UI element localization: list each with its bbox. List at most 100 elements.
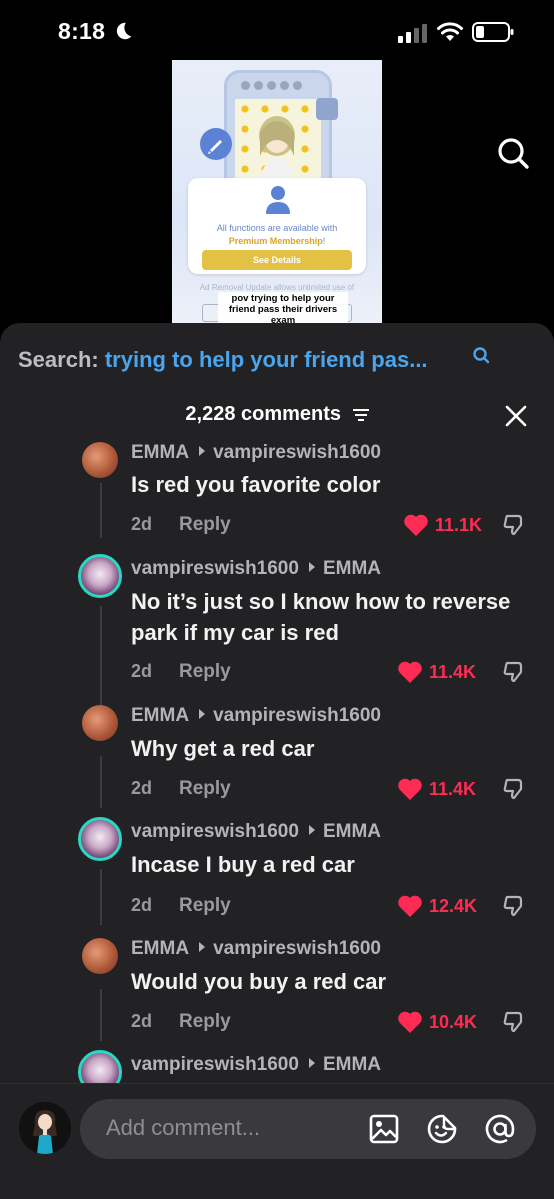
- reply-arrow-icon: [308, 825, 315, 835]
- related-search[interactable]: Search: trying to help your friend pas..…: [18, 347, 538, 379]
- status-bar: 8:18: [0, 0, 554, 62]
- dislike-icon[interactable]: [501, 1009, 527, 1035]
- avatar[interactable]: [78, 554, 122, 598]
- like-count: 11.4K: [429, 778, 477, 799]
- moon-icon: [116, 22, 132, 40]
- comment-author[interactable]: EMMA: [131, 705, 189, 726]
- video-preview[interactable]: All functions are available with Premium…: [0, 60, 554, 330]
- user-avatar-image: [19, 1102, 71, 1154]
- video-thumbnail[interactable]: All functions are available with Premium…: [172, 60, 382, 330]
- reply-arrow-icon: [199, 942, 206, 952]
- comment-meta: vampireswish1600 EMMA: [131, 558, 381, 580]
- comments-sheet: Search: trying to help your friend pas..…: [0, 323, 554, 1199]
- battery-icon: [472, 22, 514, 42]
- comment-meta: vampireswish1600 EMMA: [131, 1054, 381, 1076]
- dislike-icon[interactable]: [501, 893, 527, 919]
- comment-input[interactable]: [106, 1115, 356, 1141]
- reply-to-user[interactable]: EMMA: [323, 558, 381, 579]
- reply-arrow-icon: [199, 446, 206, 456]
- avatar[interactable]: [82, 442, 118, 478]
- reply-button[interactable]: Reply: [179, 661, 231, 683]
- reply-arrow-icon: [308, 1058, 315, 1068]
- dislike-icon[interactable]: [501, 512, 527, 538]
- premium-card: All functions are available with Premium…: [188, 178, 366, 274]
- comment-author[interactable]: EMMA: [131, 442, 189, 463]
- comment-actions: 2d Reply 12.4K: [131, 895, 531, 921]
- sort-filter-icon[interactable]: [352, 408, 369, 421]
- comment-meta: vampireswish1600 EMMA: [131, 821, 381, 843]
- status-time: 8:18: [58, 18, 106, 44]
- like-button[interactable]: 11.4K: [397, 659, 476, 685]
- reply-to-user[interactable]: EMMA: [323, 821, 381, 842]
- user-avatar[interactable]: [19, 1102, 71, 1154]
- avatar[interactable]: [82, 938, 118, 974]
- comments-count-header[interactable]: 2,228 comments: [0, 403, 554, 426]
- like-button[interactable]: 10.4K: [397, 1009, 477, 1035]
- comment-meta: EMMA vampireswish1600: [131, 938, 381, 960]
- comment-author[interactable]: EMMA: [131, 938, 189, 959]
- like-count: 12.4K: [429, 895, 478, 916]
- comment-text: Why get a red car: [131, 736, 315, 761]
- comment-date: 2d: [131, 514, 153, 534]
- phone-toolbar: [241, 81, 315, 93]
- user-icon: [266, 186, 290, 214]
- dislike-icon[interactable]: [501, 776, 527, 802]
- avatar[interactable]: [78, 817, 122, 861]
- search-query-link[interactable]: trying to help your friend pas...: [105, 347, 428, 372]
- comment-actions: 2d Reply 10.4K: [131, 1011, 531, 1037]
- like-button[interactable]: 12.4K: [397, 893, 477, 919]
- comment-input-bar: [0, 1083, 554, 1199]
- thread-line: [100, 483, 102, 538]
- comment-meta: EMMA vampireswish1600: [131, 705, 381, 727]
- thread-line: [100, 756, 102, 808]
- comment-actions: 2d Reply 11.1K: [131, 514, 531, 540]
- reply-to-user[interactable]: vampireswish1600: [213, 705, 381, 726]
- like-button[interactable]: 11.4K: [397, 776, 476, 802]
- qr-code-icon: [316, 98, 338, 120]
- comment-date: 2d: [131, 895, 153, 915]
- heart-icon: [404, 514, 428, 536]
- reply-button[interactable]: Reply: [179, 514, 231, 536]
- comment-text: Incase I buy a red car: [131, 852, 355, 877]
- comment-text: Is red you favorite color: [131, 472, 381, 497]
- image-icon[interactable]: [368, 1113, 400, 1145]
- reply-button[interactable]: Reply: [179, 1011, 231, 1033]
- comment-author[interactable]: vampireswish1600: [131, 1054, 299, 1075]
- reply-button[interactable]: Reply: [179, 895, 231, 917]
- like-count: 11.1K: [435, 514, 483, 535]
- search-icon[interactable]: [496, 136, 530, 170]
- comment-text: No it’s just so I know how to reverse pa…: [131, 589, 511, 645]
- like-button[interactable]: 11.1K: [403, 512, 482, 538]
- dislike-icon[interactable]: [501, 659, 527, 685]
- reply-button[interactable]: Reply: [179, 778, 231, 800]
- sticker-emoji-icon[interactable]: [426, 1113, 458, 1145]
- heart-icon: [398, 661, 422, 683]
- reply-to-user[interactable]: vampireswish1600: [213, 938, 381, 959]
- like-count: 10.4K: [429, 1011, 478, 1032]
- comment-actions: 2d Reply 11.4K: [131, 661, 531, 687]
- premium-text: All functions are available with Premium…: [216, 223, 338, 246]
- brush-button: [200, 128, 232, 160]
- heart-icon: [398, 895, 422, 917]
- reply-to-user[interactable]: EMMA: [323, 1054, 381, 1075]
- reply-arrow-icon: [308, 562, 315, 572]
- heart-icon: [398, 1011, 422, 1033]
- comment-author[interactable]: vampireswish1600: [131, 821, 299, 842]
- video-caption: pov trying to help your friend pass thei…: [218, 292, 348, 327]
- comment-date: 2d: [131, 661, 153, 681]
- search-small-icon[interactable]: [472, 346, 492, 366]
- close-icon[interactable]: [503, 403, 529, 429]
- mention-icon[interactable]: [484, 1113, 516, 1145]
- avatar[interactable]: [82, 705, 118, 741]
- comment-input-container[interactable]: [80, 1099, 536, 1159]
- reply-to-user[interactable]: vampireswish1600: [213, 442, 381, 463]
- comment-author[interactable]: vampireswish1600: [131, 558, 299, 579]
- comment-date: 2d: [131, 778, 153, 798]
- comment-meta: EMMA vampireswish1600: [131, 442, 381, 464]
- comment-date: 2d: [131, 1011, 153, 1031]
- brush-icon: [208, 140, 222, 154]
- comment-actions: 2d Reply 11.4K: [131, 778, 531, 804]
- thread-line: [100, 989, 102, 1041]
- comment-list[interactable]: EMMA vampireswish1600 Is red you favorite…: [0, 438, 554, 1088]
- like-count: 11.4K: [429, 661, 477, 682]
